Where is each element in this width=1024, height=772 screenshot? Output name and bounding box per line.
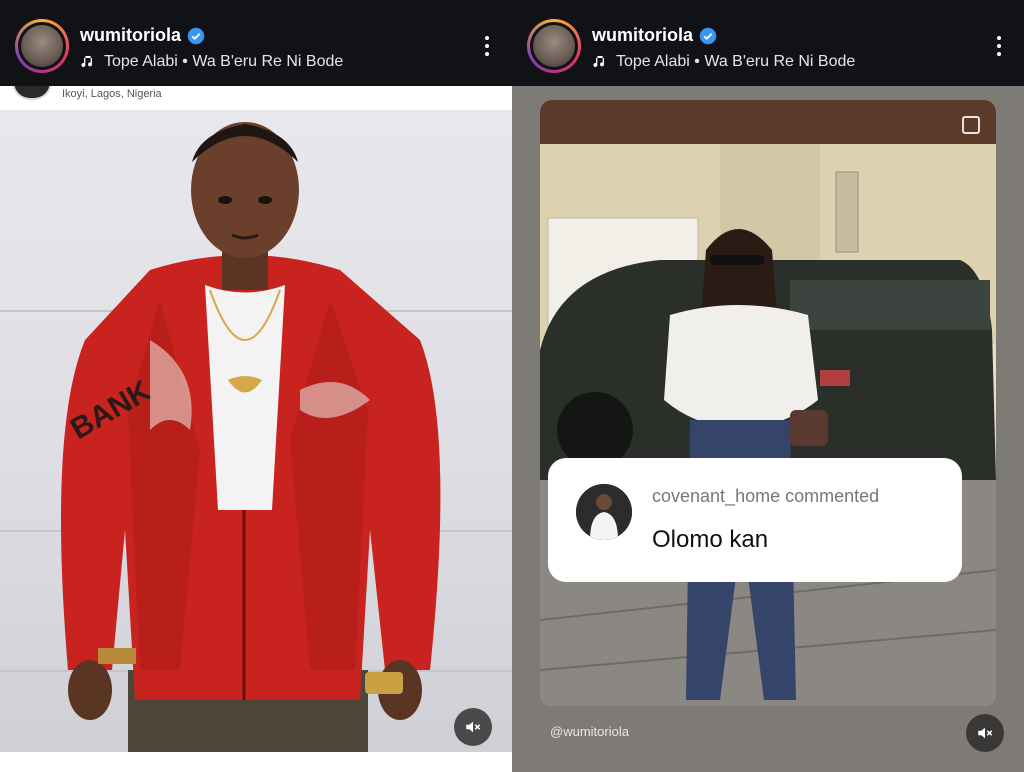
profile-avatar[interactable] [15, 19, 69, 73]
woman-car-scene-illustration [540, 100, 996, 706]
more-options-button[interactable] [484, 36, 490, 60]
music-attribution[interactable]: Tope Alabi • Wa B'eru Re Ni Bode [80, 53, 343, 71]
more-options-icon [997, 36, 1001, 40]
profile-avatar[interactable] [527, 19, 581, 73]
story-panel-left[interactable]: Ikoyi, Lagos, Nigeria BANK wumitoriola T… [0, 0, 512, 772]
mute-button[interactable] [454, 708, 492, 746]
music-note-icon [81, 56, 93, 68]
commenter-avatar [576, 484, 632, 540]
story-handle[interactable]: @wumitoriola [550, 724, 629, 739]
story-photo-woman-car [540, 100, 996, 706]
verified-badge-icon [187, 27, 205, 44]
comment-text: Olomo kan [652, 526, 769, 553]
username[interactable]: wumitoriola [592, 25, 693, 46]
mute-icon [466, 721, 481, 733]
music-note-icon [593, 56, 605, 68]
man-figure-illustration: BANK [60, 122, 441, 752]
story-photo-man-red-jacket: BANK [0, 110, 512, 752]
location-strip: Ikoyi, Lagos, Nigeria [0, 80, 512, 110]
comment-user-line: covenant_home commented [652, 486, 880, 506]
mute-button-right[interactable] [966, 714, 1004, 752]
location-label: Ikoyi, Lagos, Nigeria [62, 88, 162, 100]
mute-icon [978, 727, 993, 739]
comment-sticker[interactable]: covenant_home commented Olomo kan [548, 458, 962, 582]
multi-photo-icon [962, 116, 980, 134]
music-label: Tope Alabi • Wa B'eru Re Ni Bode [104, 53, 344, 70]
story-header-left: wumitoriola Tope Alabi • Wa B'eru Re Ni … [0, 0, 512, 86]
story-header-right: wumitoriola Tope Alabi • Wa B'eru Re Ni … [512, 0, 1024, 86]
music-label: Tope Alabi • Wa B'eru Re Ni Bode [616, 53, 856, 70]
bottom-bar [0, 752, 512, 772]
more-options-button[interactable] [996, 36, 1002, 60]
verified-badge-icon [699, 27, 717, 44]
story-panel-right[interactable]: covenant_home commented Olomo kan @wumit… [512, 0, 1024, 772]
music-attribution[interactable]: Tope Alabi • Wa B'eru Re Ni Bode [592, 53, 855, 71]
username[interactable]: wumitoriola [80, 25, 181, 46]
more-options-icon [485, 36, 489, 40]
